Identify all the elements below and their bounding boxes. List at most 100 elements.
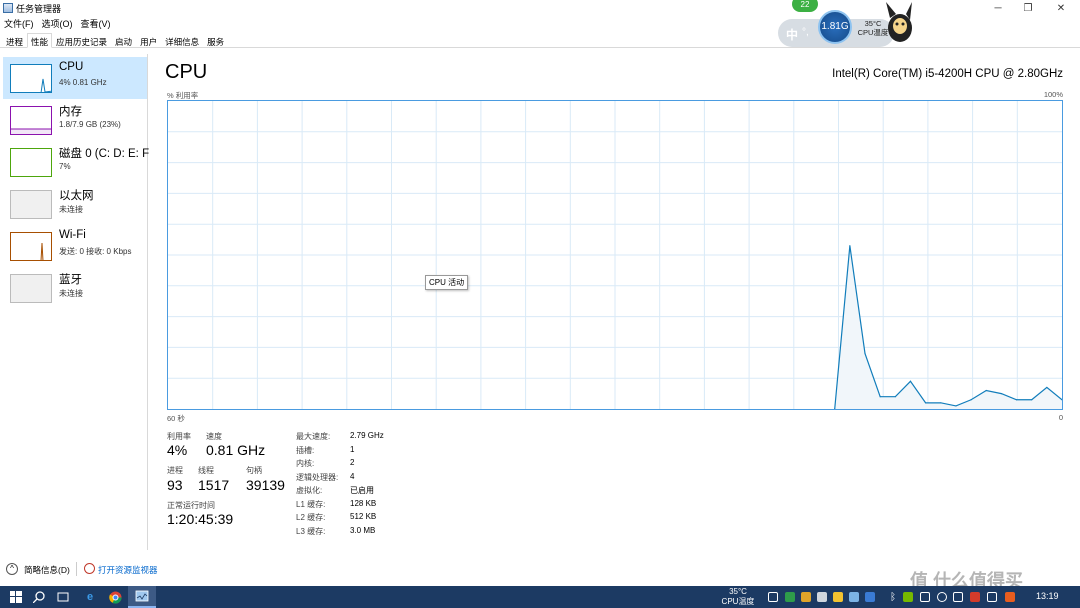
threads-value: 1517: [198, 477, 230, 493]
close-button[interactable]: ✕: [1046, 0, 1076, 16]
page-title: CPU: [165, 61, 208, 83]
taskbar-clock[interactable]: 13:19: [1036, 591, 1059, 601]
task-view-icon[interactable]: [55, 589, 71, 605]
sidebar-item-sub: 4% 0.81 GHz: [59, 78, 107, 87]
tray-app-icon[interactable]: [1005, 592, 1015, 602]
windows-start-icon[interactable]: [8, 589, 24, 605]
sidebar-item-sub: 未连接: [59, 289, 83, 298]
tray-app-icon[interactable]: [865, 592, 875, 602]
cpu-model-name: Intel(R) Core(TM) i5-4200H CPU @ 2.80GHz: [832, 68, 1063, 80]
tray-app-icon[interactable]: [817, 592, 827, 602]
edge-browser-icon[interactable]: e: [82, 589, 98, 605]
cpu-thumbnail: [10, 64, 52, 93]
tab-bar: 进程 性能 应用历史记录 启动 用户 详细信息 服务: [0, 33, 1080, 48]
cpu-usage-point: [1015, 399, 1018, 401]
cpu-usage-point: [925, 402, 927, 404]
taskbar-task-manager[interactable]: [128, 586, 156, 608]
tab-processes[interactable]: 进程: [2, 33, 27, 48]
tray-app-icon[interactable]: [801, 592, 811, 602]
cpu-usage-point: [1000, 393, 1002, 395]
wifi-thumbnail: [10, 232, 52, 261]
spec-value: 3.0 MB: [350, 526, 376, 535]
sidebar-item-sub: 发送: 0 接收: 0 Kbps: [59, 247, 132, 256]
x-right-label: 0: [1058, 413, 1063, 422]
speed-value: 0.81 GHz: [206, 442, 266, 458]
fewer-details-button[interactable]: 简略信息(D): [24, 564, 70, 576]
search-icon[interactable]: [31, 589, 47, 605]
sidebar-item-memory[interactable]: 内存 1.8/7.9 GB (23%): [3, 99, 147, 141]
spec-value: 已启用: [350, 486, 374, 495]
window-title: 任务管理器: [16, 3, 62, 14]
chevron-up-icon[interactable]: ^: [6, 563, 18, 575]
sidebar-item-label: 内存: [59, 106, 82, 118]
tray-app-icon[interactable]: [768, 592, 778, 602]
tray-app-icon[interactable]: [785, 592, 795, 602]
bluetooth-thumbnail: [10, 274, 52, 303]
cpu-usage-point: [849, 245, 851, 247]
cpu-usage-graph[interactable]: [167, 100, 1063, 410]
utilization-label: 利用率: [167, 432, 191, 441]
sidebar-item-label: 蓝牙: [59, 274, 82, 286]
bluetooth-icon[interactable]: ᛒ: [885, 589, 901, 605]
menu-bar: 文件(F) 选项(O) 查看(V): [0, 16, 115, 30]
ime-indicator[interactable]: 中: [786, 26, 798, 43]
minimize-button[interactable]: ─: [983, 0, 1013, 16]
tab-services[interactable]: 服务: [203, 33, 228, 48]
threads-label: 线程: [198, 466, 214, 475]
tray-app-icon[interactable]: [849, 592, 859, 602]
sidebar-item-bluetooth[interactable]: 蓝牙 未连接: [3, 267, 147, 309]
processes-value: 93: [167, 477, 183, 493]
title-bar: 任务管理器 ─ ❐ ✕: [0, 0, 1080, 16]
battery-icon[interactable]: [920, 592, 930, 602]
nvidia-icon[interactable]: [903, 592, 913, 602]
tab-performance[interactable]: 性能: [27, 33, 53, 48]
handles-value: 39139: [246, 477, 285, 493]
spec-value: 2: [350, 458, 355, 467]
tab-users[interactable]: 用户: [136, 33, 161, 48]
tray-temperature[interactable]: 35°C CPU温度: [718, 587, 758, 607]
spec-label: 最大速度:: [296, 432, 331, 441]
cpu-usage-point: [879, 396, 881, 398]
keyboard-icon[interactable]: [987, 592, 997, 602]
sidebar-item-ethernet[interactable]: 以太网 未连接: [3, 183, 147, 225]
menu-options[interactable]: 选项(O): [38, 17, 77, 30]
spec-label: L1 缓存:: [296, 500, 326, 509]
tray-temp-label: CPU温度: [721, 597, 755, 606]
sidebar-item-disk[interactable]: 磁盘 0 (C: D: E: F: 7%: [3, 141, 149, 183]
volume-icon[interactable]: [953, 592, 963, 602]
x-left-label: 60 秒: [167, 414, 185, 423]
cpu-usage-point: [909, 380, 912, 382]
cpu-usage-point: [940, 402, 942, 404]
uptime-value: 1:20:45:39: [167, 511, 234, 527]
open-resource-monitor-link[interactable]: 打开资源监视器: [98, 564, 158, 576]
system-monitor-widget[interactable]: 22 中 °, 1.81G 35°C CPU温度: [778, 0, 918, 48]
spec-label: L2 缓存:: [296, 513, 326, 522]
tray-temp-value: 35°C: [729, 587, 747, 596]
wifi-icon[interactable]: [937, 592, 947, 602]
cpu-usage-point: [970, 399, 972, 401]
tray-app-icon[interactable]: [833, 592, 843, 602]
speed-label: 速度: [206, 432, 222, 441]
tab-app-history[interactable]: 应用历史记录: [52, 33, 111, 48]
disk-thumbnail: [10, 148, 52, 177]
sidebar-item-cpu[interactable]: CPU 4% 0.81 GHz: [3, 57, 147, 99]
maximize-button[interactable]: ❐: [1013, 0, 1043, 16]
spec-value: 2.79 GHz: [350, 431, 384, 440]
chrome-browser-icon[interactable]: [107, 589, 123, 605]
ethernet-thumbnail: [10, 190, 52, 219]
speed-meter: 1.81G: [818, 10, 852, 44]
ime-icon[interactable]: [970, 592, 980, 602]
sidebar-item-label: CPU: [59, 61, 84, 73]
y-max-label: 100%: [1043, 90, 1063, 99]
spec-label: 内核:: [296, 459, 315, 468]
sidebar-item-label: 磁盘 0 (C: D: E: F:: [59, 148, 149, 160]
cpu-usage-svg: [168, 101, 1062, 409]
resource-monitor-icon[interactable]: [84, 563, 95, 574]
tab-details[interactable]: 详细信息: [161, 33, 203, 48]
sidebar-item-wifi[interactable]: Wi-Fi 发送: 0 接收: 0 Kbps: [3, 225, 147, 267]
spec-value: 128 KB: [350, 499, 377, 508]
cpu-usage-point: [985, 389, 987, 392]
tab-startup[interactable]: 启动: [111, 33, 136, 48]
menu-file[interactable]: 文件(F): [0, 17, 38, 30]
menu-view[interactable]: 查看(V): [77, 17, 115, 30]
